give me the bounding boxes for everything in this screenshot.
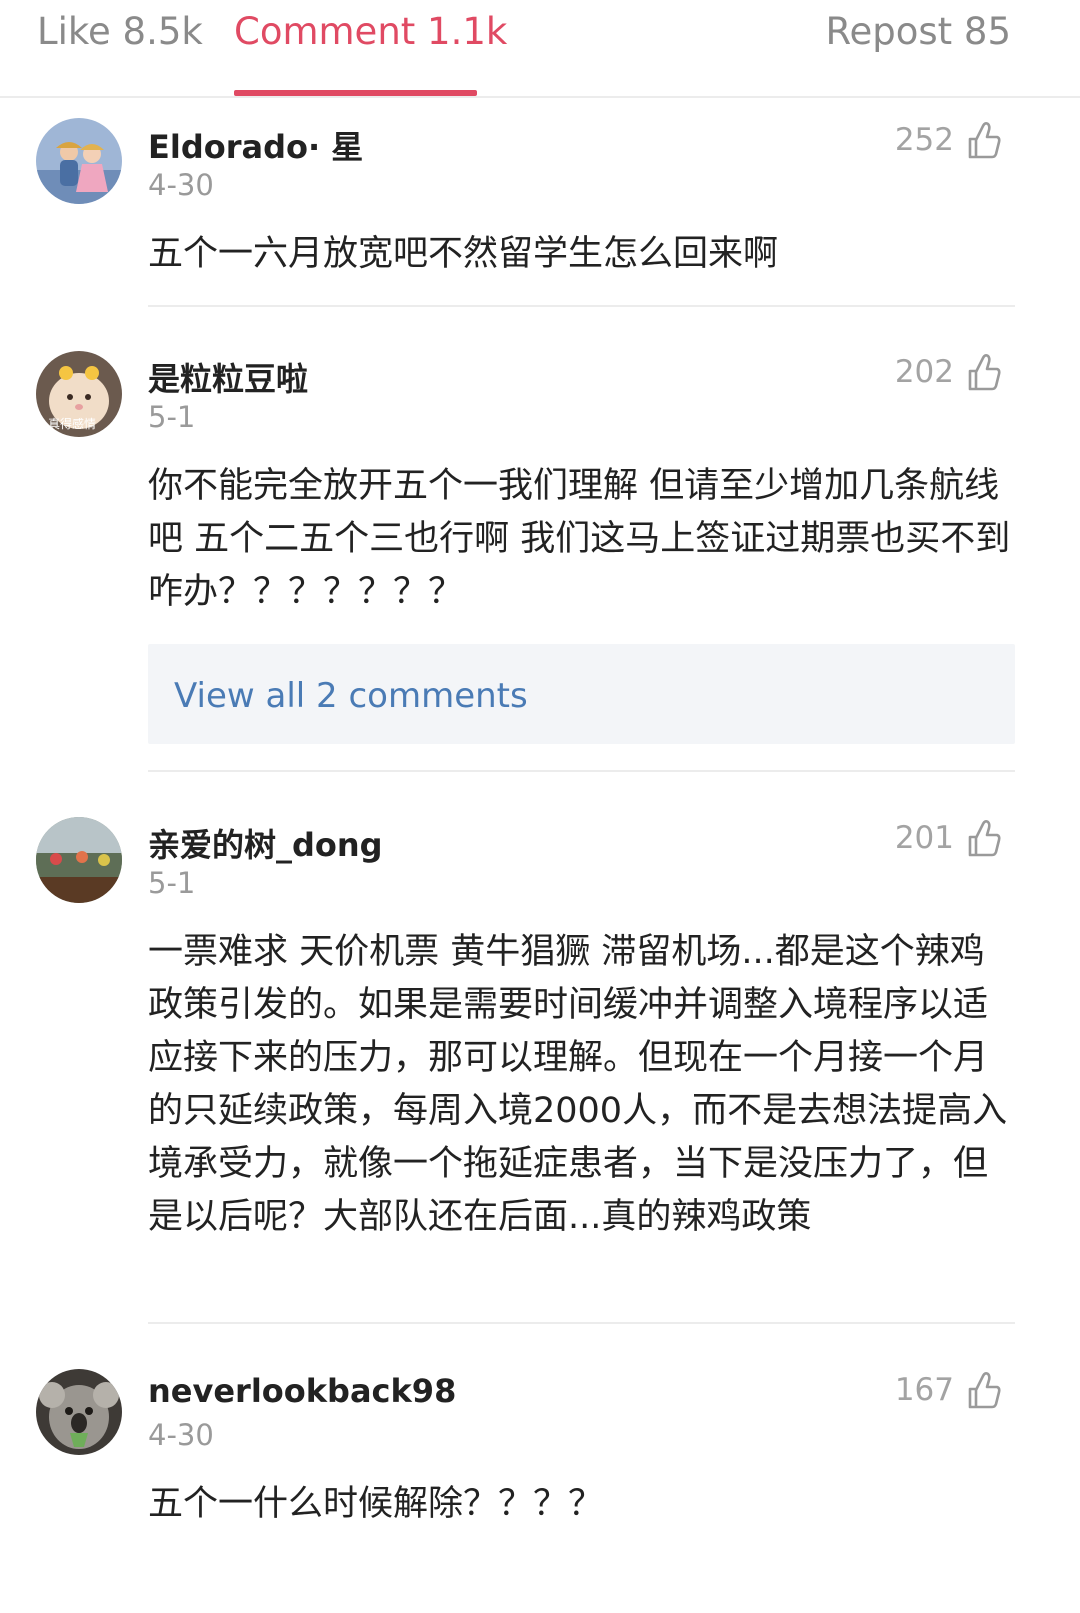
like-button[interactable]: 167 bbox=[895, 1370, 1002, 1410]
divider bbox=[148, 305, 1015, 307]
comment-text: 你不能完全放开五个一我们理解 但请至少增加几条航线吧 五个二五个三也行啊 我们这… bbox=[148, 466, 1011, 612]
avatar[interactable] bbox=[36, 118, 122, 204]
like-count: 167 bbox=[894, 1372, 954, 1408]
comment-text: 五个一什么时候解除？？？？ bbox=[148, 1484, 604, 1524]
like-button[interactable]: 202 bbox=[895, 352, 1002, 392]
thumbs-up-icon bbox=[968, 820, 1001, 857]
username[interactable]: neverlookback98 bbox=[148, 1372, 456, 1410]
divider bbox=[148, 770, 1015, 772]
tab-repost[interactable]: Repost 85 bbox=[825, 10, 1011, 53]
username[interactable]: 是粒粒豆啦 bbox=[148, 354, 308, 400]
username[interactable]: 亲爱的树_dong bbox=[148, 820, 383, 866]
comment-date: 5-1 bbox=[148, 866, 196, 900]
comment-date: 5-1 bbox=[148, 400, 196, 434]
like-button[interactable]: 201 bbox=[895, 818, 1002, 858]
thumbs-up-icon bbox=[968, 1372, 1001, 1409]
avatar[interactable] bbox=[36, 817, 122, 903]
like-count: 252 bbox=[894, 122, 954, 158]
comment-date: 4-30 bbox=[148, 168, 214, 202]
tab-bar: Like 8.5k Comment 1.1k Repost 85 bbox=[0, 0, 1080, 98]
avatar-caption: 真得感情 bbox=[48, 417, 97, 431]
view-all-replies-button[interactable]: View all 2 comments bbox=[148, 644, 1015, 744]
like-count: 201 bbox=[894, 820, 954, 856]
view-all-replies-label: View all 2 comments bbox=[174, 676, 528, 716]
like-button[interactable]: 252 bbox=[895, 120, 1002, 160]
username[interactable]: Eldorado· 星 bbox=[148, 122, 363, 168]
like-count: 202 bbox=[894, 354, 954, 390]
comment-text: 一票难求 天价机票 黄牛猖獗 滞留机场...都是这个辣鸡政策引发的。如果是需要时… bbox=[148, 932, 1008, 1237]
tab-like[interactable]: Like 8.5k bbox=[37, 10, 203, 53]
thumbs-up-icon bbox=[968, 122, 1001, 159]
avatar[interactable]: 真得感情 bbox=[36, 351, 122, 437]
active-tab-indicator bbox=[234, 90, 477, 96]
avatar[interactable] bbox=[36, 1369, 122, 1455]
divider bbox=[148, 1322, 1015, 1324]
comment-date: 4-30 bbox=[148, 1418, 214, 1452]
comment-text: 五个一六月放宽吧不然留学生怎么回来啊 bbox=[148, 234, 779, 274]
thumbs-up-icon bbox=[968, 354, 1001, 391]
